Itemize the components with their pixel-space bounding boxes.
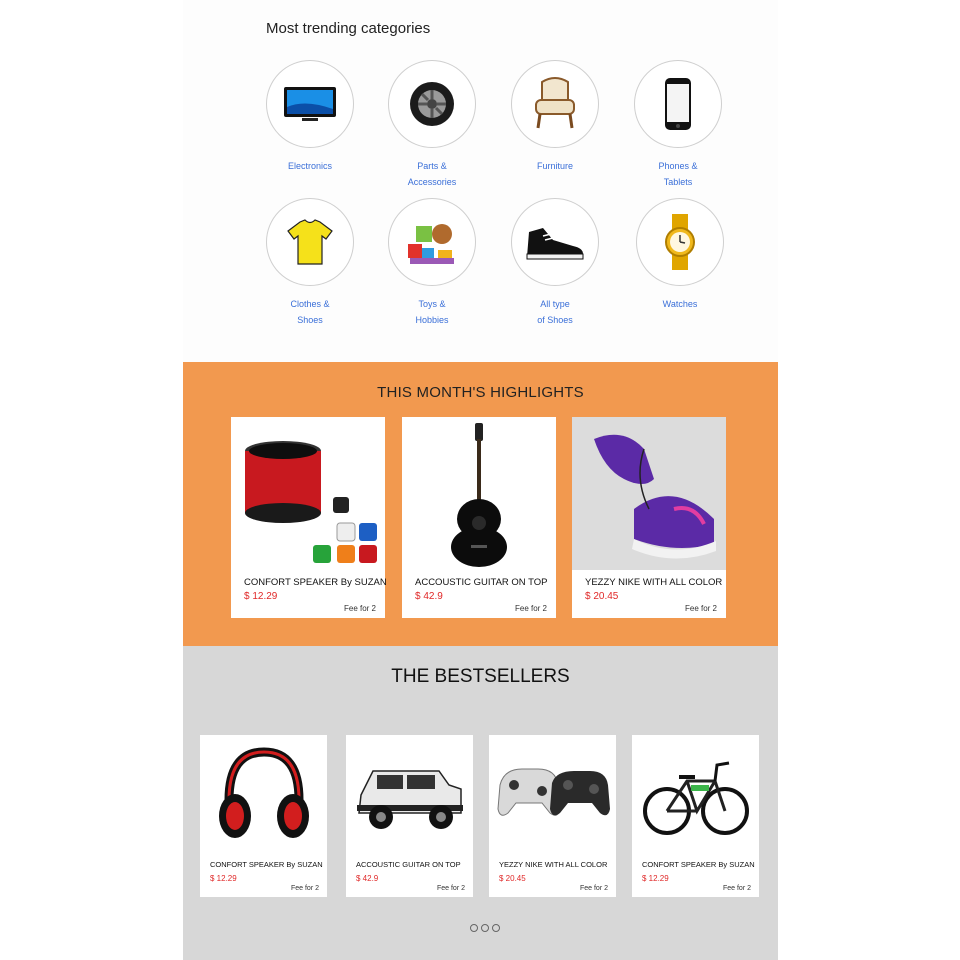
- pagination-dot[interactable]: [492, 924, 500, 932]
- product-fee: Fee for 2: [684, 604, 717, 613]
- sneaker-icon: [511, 198, 599, 286]
- category-label: Parts & Accessories: [407, 161, 457, 187]
- trending-categories-section: Most trending categories Electronics Par…: [183, 0, 778, 362]
- product-name: CONFORT SPEAKER By SUZAN: [210, 860, 323, 869]
- product-price: $ 20.45: [585, 591, 619, 602]
- phone-icon: [634, 60, 722, 148]
- category-phones-tablets[interactable]: Phones & Tablets: [618, 60, 738, 190]
- jeep-image: [346, 735, 473, 855]
- page: Most trending categories Electronics Par…: [183, 0, 778, 960]
- category-label: Toys & Hobbies: [415, 299, 449, 325]
- category-furniture[interactable]: Furniture: [495, 60, 615, 174]
- highlight-product-card[interactable]: ACCOUSTIC GUITAR ON TOP $ 42.9 Fee for 2: [402, 417, 556, 618]
- product-fee: Fee for 2: [436, 885, 465, 892]
- highlight-product-card[interactable]: YEZZY NIKE WITH ALL COLOR $ 20.45 Fee fo…: [572, 417, 726, 618]
- highlights-section: THIS MONTH'S HIGHLIGHTS CONFORT SPEAKER …: [183, 362, 778, 646]
- category-label: Clothes & Shoes: [290, 299, 330, 325]
- product-name: CONFORT SPEAKER By SUZAN: [642, 860, 755, 869]
- product-fee: Fee for 2: [514, 604, 547, 613]
- carousel-pagination: [470, 924, 500, 932]
- section-title: THIS MONTH'S HIGHLIGHTS: [377, 384, 584, 401]
- bestseller-product-card[interactable]: CONFORT SPEAKER By SUZAN $ 12.29 Fee for…: [632, 735, 759, 897]
- product-name: ACCOUSTIC GUITAR ON TOP: [356, 860, 461, 869]
- headphones-image: [200, 735, 327, 855]
- sneaker-image: [572, 417, 726, 570]
- product-fee: Fee for 2: [722, 885, 751, 892]
- category-label: Electronics: [287, 161, 332, 171]
- product-name: YEZZY NIKE WITH ALL COLOR: [499, 860, 608, 869]
- category-parts-accessories[interactable]: Parts & Accessories: [372, 60, 492, 190]
- category-toys-hobbies[interactable]: Toys & Hobbies: [372, 198, 492, 328]
- bestseller-product-card[interactable]: ACCOUSTIC GUITAR ON TOP $ 42.9 Fee for 2: [346, 735, 473, 897]
- product-fee: Fee for 2: [579, 885, 608, 892]
- product-price: $ 42.9: [415, 591, 443, 602]
- category-electronics[interactable]: Electronics: [250, 60, 370, 174]
- category-label: Furniture: [536, 161, 573, 171]
- product-price: $ 42.9: [356, 874, 379, 883]
- armchair-icon: [511, 60, 599, 148]
- bestseller-product-card[interactable]: YEZZY NIKE WITH ALL COLOR $ 20.45 Fee fo…: [489, 735, 616, 897]
- category-watches[interactable]: Watches: [620, 198, 740, 312]
- gamepad-image: [489, 735, 616, 855]
- tshirt-icon: [266, 198, 354, 286]
- bestseller-product-card[interactable]: CONFORT SPEAKER By SUZAN $ 12.29 Fee for…: [200, 735, 327, 897]
- tv-icon: [266, 60, 354, 148]
- pagination-dot[interactable]: [470, 924, 478, 932]
- product-fee: Fee for 2: [290, 885, 319, 892]
- bicycle-image: [632, 735, 759, 855]
- product-price: $ 12.29: [244, 591, 278, 602]
- product-name: CONFORT SPEAKER By SUZAN: [244, 577, 387, 588]
- product-name: ACCOUSTIC GUITAR ON TOP: [415, 577, 548, 588]
- category-label: Phones & Tablets: [658, 161, 698, 187]
- category-all-shoes[interactable]: All type of Shoes: [495, 198, 615, 328]
- category-label: Watches: [662, 299, 698, 309]
- category-clothes-shoes[interactable]: Clothes & Shoes: [250, 198, 370, 328]
- highlight-product-card[interactable]: CONFORT SPEAKER By SUZAN $ 12.29 Fee for…: [231, 417, 387, 618]
- product-price: $ 12.29: [210, 874, 237, 883]
- product-name: YEZZY NIKE WITH ALL COLOR: [585, 577, 723, 588]
- section-title: THE BESTSELLERS: [391, 666, 570, 687]
- section-title: Most trending categories: [266, 20, 431, 37]
- bestsellers-section: THE BESTSELLERS CONFORT SPEAKER By SUZAN…: [183, 646, 778, 960]
- product-price: $ 12.29: [642, 874, 669, 883]
- product-fee: Fee for 2: [343, 604, 376, 613]
- guitar-image: [402, 417, 556, 570]
- category-label: All type of Shoes: [537, 299, 573, 325]
- product-price: $ 20.45: [499, 874, 526, 883]
- toys-icon: [388, 198, 476, 286]
- watch-icon: [636, 198, 724, 286]
- speaker-image: [231, 417, 385, 570]
- pagination-dot[interactable]: [481, 924, 489, 932]
- tire-icon: [388, 60, 476, 148]
